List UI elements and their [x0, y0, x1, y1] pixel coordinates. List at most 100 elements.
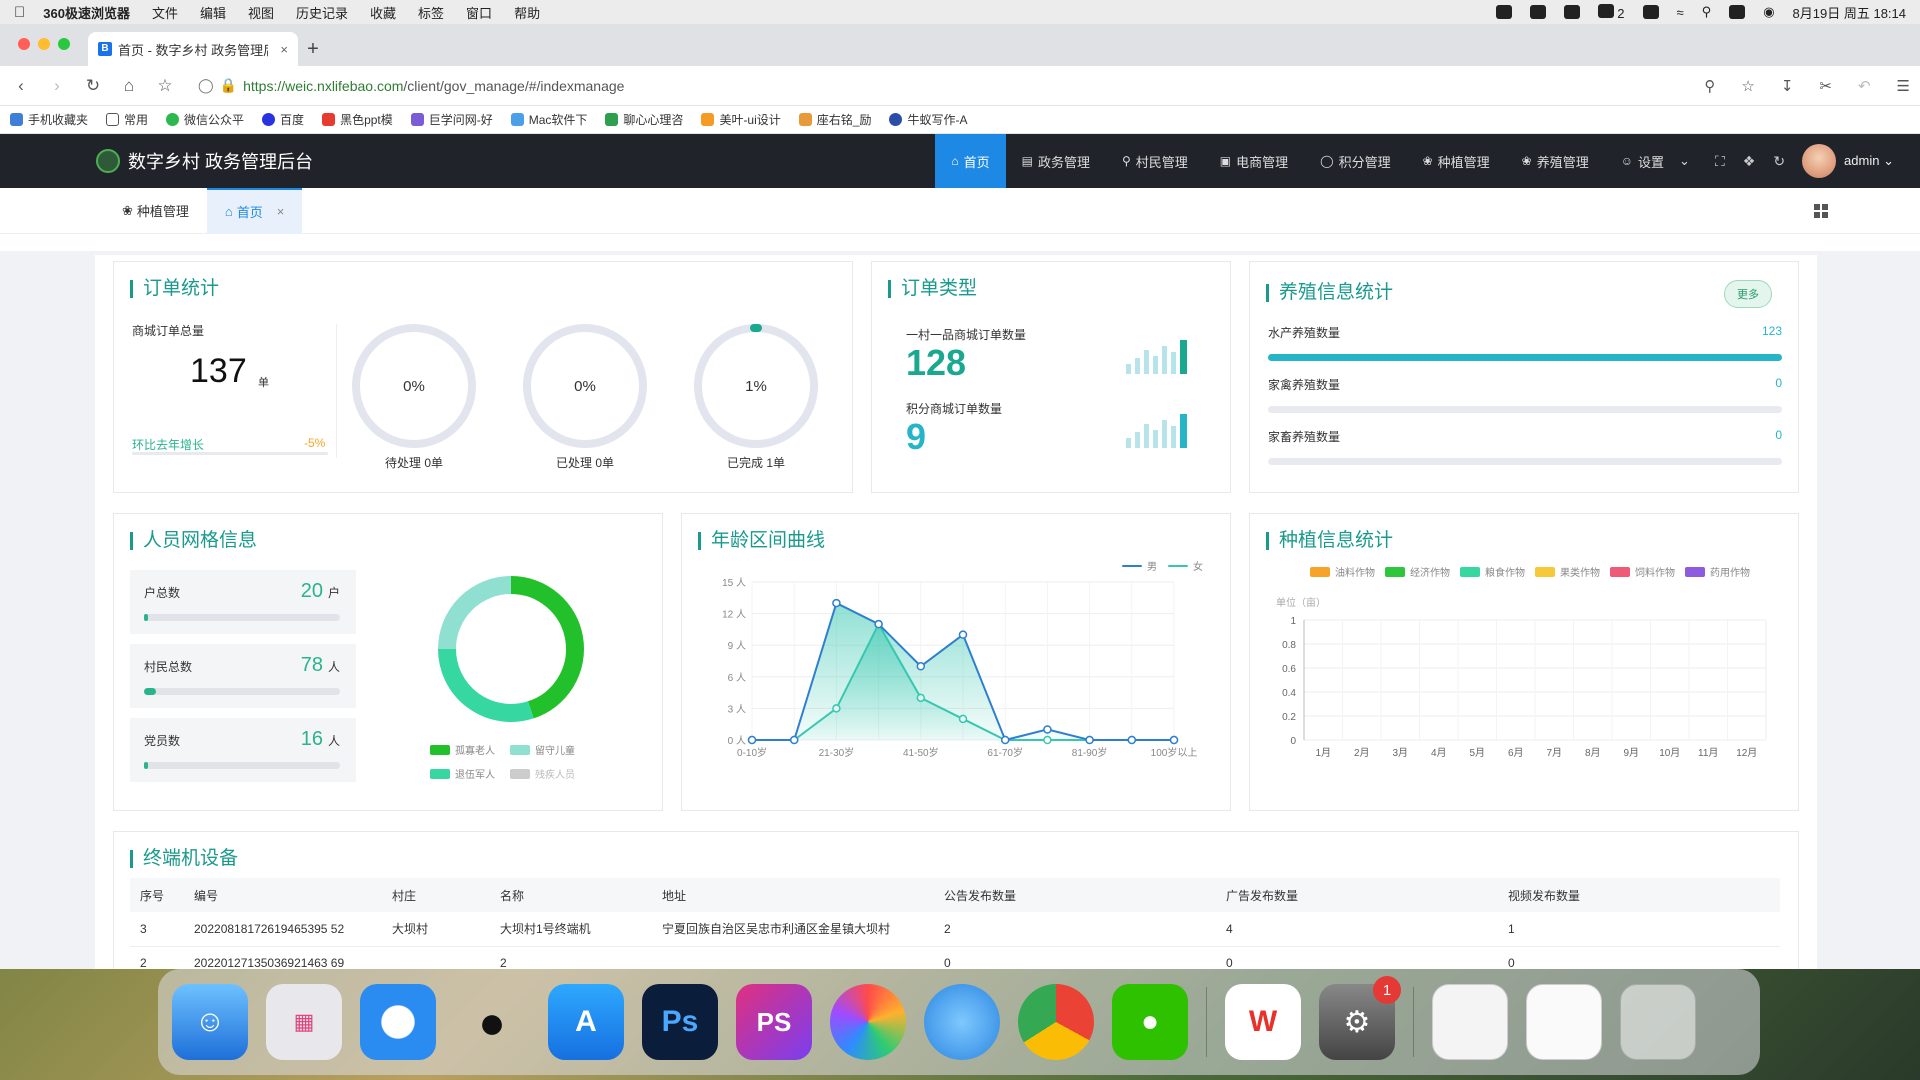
apps-grid-icon[interactable]	[1814, 204, 1828, 218]
app-logo[interactable]: 数字乡村 政务管理后台	[96, 148, 313, 174]
legend-item[interactable]: 留守儿童	[510, 742, 575, 757]
trash-icon[interactable]	[1620, 984, 1696, 1060]
recent-document-icon[interactable]	[1432, 984, 1508, 1060]
new-tab-button[interactable]: +	[298, 32, 328, 66]
recent-wps-document-icon[interactable]	[1526, 984, 1602, 1060]
legend-item[interactable]: 果类作物	[1535, 564, 1600, 579]
fullscreen-icon[interactable]: ⛶	[1715, 153, 1725, 170]
forward-icon[interactable]: ›	[46, 76, 68, 96]
qq-icon[interactable]: ●	[454, 984, 530, 1060]
app-header: 数字乡村 政务管理后台 ⌂ 首页 ▤ 政务管理 ⚲ 村民管理 ▣ 电商管理 ◯ 积分管理 …	[0, 134, 1920, 188]
menu-tabs[interactable]: 标签	[418, 3, 444, 22]
menu-favorites[interactable]: 收藏	[370, 3, 396, 22]
tab-close-icon[interactable]: ×	[280, 42, 288, 57]
browser-tab[interactable]: B 首页 - 数字乡村 政务管理后台 ×	[88, 32, 298, 66]
system-preferences-icon[interactable]: ⚙ 1	[1319, 976, 1401, 1060]
wechat-icon[interactable]: ●	[1112, 984, 1188, 1060]
table-row[interactable]: 2 20220127135036921463 69 2 0 0 0	[130, 946, 1780, 969]
apple-icon[interactable]: 	[14, 4, 25, 21]
s-status-icon[interactable]	[1642, 5, 1659, 19]
legend-item[interactable]: 药用作物	[1685, 564, 1750, 579]
tab-home[interactable]: ⌂ 首页 ×	[206, 187, 303, 234]
bookmark[interactable]: 牛蚁写作-A	[889, 111, 967, 128]
bookmark[interactable]: 手机收藏夹	[10, 111, 88, 128]
wifi-icon[interactable]: ≈	[1677, 5, 1684, 20]
more-button[interactable]: 更多	[1724, 280, 1772, 308]
bookmark[interactable]: 座右铭_励	[798, 111, 871, 128]
bubble-app-icon[interactable]	[924, 984, 1000, 1060]
record-icon[interactable]	[1495, 5, 1512, 19]
zoom-window-button[interactable]	[58, 38, 70, 50]
wps-icon[interactable]: W	[1225, 984, 1301, 1060]
menubar-app-name[interactable]: 360极速浏览器	[43, 3, 130, 22]
wechat-status[interactable]: 2	[1597, 3, 1625, 21]
bookmark-star-icon[interactable]: ☆	[1741, 77, 1754, 95]
bookmark[interactable]: 常用	[106, 111, 148, 128]
app-store-icon[interactable]: A	[548, 984, 624, 1060]
chrome-icon[interactable]	[1018, 984, 1094, 1060]
bookmark[interactable]: 巨学问网-好	[410, 111, 493, 128]
clock[interactable]: 8月19日 周五 18:14	[1793, 3, 1906, 22]
url-field[interactable]: ◯ 🔒 https://weic.nxlifebao.com/client/go…	[190, 72, 1678, 100]
menu-history[interactable]: 历史记录	[296, 3, 348, 22]
tab-planting[interactable]: ❀ 种植管理	[104, 188, 207, 234]
launchpad-icon[interactable]: ▦	[266, 984, 342, 1060]
siri-icon[interactable]: ◉	[1763, 4, 1774, 20]
nav-ecommerce[interactable]: ▣ 电商管理	[1204, 134, 1304, 188]
legend-item[interactable]: 女	[1168, 558, 1203, 573]
legend-item[interactable]: 孤寡老人	[430, 742, 495, 757]
reload-icon[interactable]: ↻	[82, 76, 104, 96]
legend-item[interactable]: 饲料作物	[1610, 564, 1675, 579]
bookmark[interactable]: Mac软件下	[510, 111, 587, 128]
scissors-icon[interactable]: ✂	[1819, 77, 1832, 95]
undo-icon[interactable]: ↶	[1858, 77, 1871, 95]
nav-settings[interactable]: ☺ 设置 ⌄	[1605, 134, 1706, 188]
photoshop-icon[interactable]: Ps	[642, 984, 718, 1060]
theme-icon[interactable]: ❖	[1743, 153, 1756, 170]
nav-government[interactable]: ▤ 政务管理	[1006, 134, 1106, 188]
finder-icon[interactable]: ☺	[172, 984, 248, 1060]
nav-breeding[interactable]: ❀ 养殖管理	[1506, 134, 1605, 188]
grid-status-icon[interactable]	[1529, 5, 1546, 19]
safari-icon[interactable]	[360, 984, 436, 1060]
360-browser-icon[interactable]	[830, 984, 906, 1060]
bookmark[interactable]: 微信公众平	[166, 111, 244, 128]
back-icon[interactable]: ‹	[10, 76, 32, 96]
user-menu[interactable]: admin ⌄	[1844, 153, 1894, 169]
menu-edit[interactable]: 编辑	[200, 3, 226, 22]
legend-item[interactable]: 男	[1122, 558, 1157, 573]
zoom-icon[interactable]: ⚲	[1704, 77, 1715, 95]
close-window-button[interactable]	[18, 38, 30, 50]
legend-item[interactable]: 粮食作物	[1460, 564, 1525, 579]
legend-item[interactable]: 经济作物	[1385, 564, 1450, 579]
wps-status-icon[interactable]	[1563, 5, 1580, 19]
menu-window[interactable]: 窗口	[466, 3, 492, 22]
bookmark[interactable]: 聊心心理咨	[605, 111, 683, 128]
nav-points[interactable]: ◯ 积分管理	[1304, 134, 1406, 188]
bookmark[interactable]: 美叶-ui设计	[701, 111, 781, 128]
bookmark[interactable]: 百度	[262, 111, 304, 128]
nav-villagers[interactable]: ⚲ 村民管理	[1106, 134, 1204, 188]
menu-view[interactable]: 视图	[248, 3, 274, 22]
star-icon[interactable]: ☆	[154, 76, 176, 96]
legend-item[interactable]: 油料作物	[1310, 564, 1375, 579]
menu-help[interactable]: 帮助	[514, 3, 540, 22]
home-icon[interactable]: ⌂	[118, 76, 140, 96]
phpstorm-icon[interactable]: PS	[736, 984, 812, 1060]
legend-item[interactable]: 退伍军人	[430, 766, 495, 781]
nav-home[interactable]: ⌂ 首页	[935, 134, 1006, 188]
minimize-window-button[interactable]	[38, 38, 50, 50]
tab-favicon: B	[98, 42, 112, 56]
spotlight-icon[interactable]: ⚲	[1702, 4, 1712, 20]
legend-item[interactable]: 残疾人员	[510, 766, 575, 781]
refresh-icon[interactable]: ↻	[1773, 153, 1785, 170]
close-icon[interactable]: ×	[277, 204, 285, 219]
table-row[interactable]: 3 20220818172619465395 52 大坝村 大坝村1号终端机 宁夏回族自…	[130, 912, 1780, 947]
download-icon[interactable]: ↧	[1781, 77, 1794, 95]
avatar[interactable]	[1802, 144, 1837, 178]
control-center-icon[interactable]	[1729, 5, 1746, 19]
menu-icon[interactable]: ☰	[1897, 77, 1910, 95]
menu-file[interactable]: 文件	[152, 3, 178, 22]
nav-planting[interactable]: ❀ 种植管理	[1407, 134, 1506, 188]
bookmark[interactable]: 黑色ppt模	[322, 111, 393, 128]
